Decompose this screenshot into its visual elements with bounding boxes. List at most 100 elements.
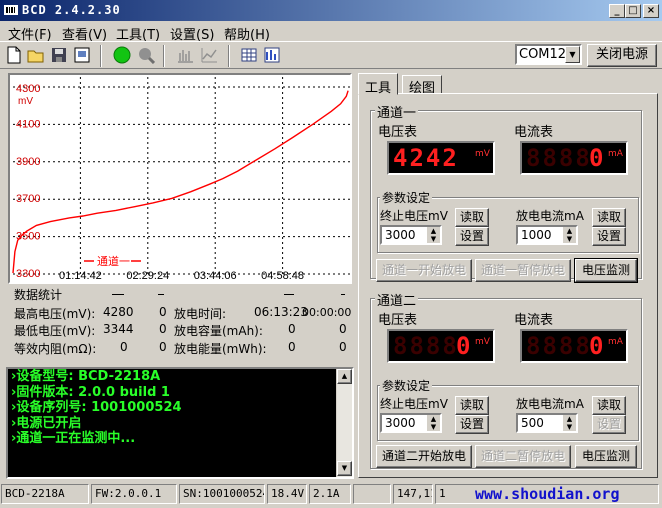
ch1-current-value: 0 <box>589 144 606 172</box>
ch1-discharge-current-read-button[interactable]: 读取 <box>592 208 626 227</box>
y-unit-label: mV <box>18 96 33 107</box>
ch2-start-discharge-button[interactable]: 通道二开始放电 <box>376 445 472 468</box>
scroll-up-icon[interactable]: ▲ <box>337 369 352 384</box>
ch2-current-value: 0 <box>589 332 606 360</box>
channel2-title: 通道二 <box>375 290 419 309</box>
ch1-current-ghost: 8888 <box>526 144 592 172</box>
max-voltage-label: 最高电压(mV): <box>14 307 96 321</box>
ch1-params-group: 参数设定 终止电压mV 3000 ▲ ▼ 读取 设置 放电电流mA 1000 ▲ ▼ 读… <box>377 189 639 253</box>
chart-svg: 4300 4100 3900 3700 3500 3300 mV 01:14:42 02:29:… <box>12 77 350 282</box>
menu-bar: 文件(F) 查看(V) 工具(T) 设置(S) 帮助(H) <box>0 21 662 43</box>
status-coord: 147,11 <box>393 484 433 504</box>
ch2-stop-voltage-input[interactable]: 3000 ▲ ▼ <box>380 413 442 433</box>
ch2-pause-discharge-button[interactable]: 通道二暂停放电 <box>475 445 571 468</box>
y-tick-label: 3300 <box>16 268 40 280</box>
log-line: ›设备型号: BCD-2218A <box>11 369 161 384</box>
ch2-discharge-current-label: 放电电流mA <box>516 397 584 411</box>
bar-graph-icon[interactable] <box>176 46 194 64</box>
spin-arrows-icon[interactable]: ▲ ▼ <box>563 227 576 243</box>
close-power-button[interactable]: 关闭电源 <box>587 44 657 67</box>
stats-title: 数据统计 <box>14 288 63 302</box>
toolbar: COM12 ▼ 关闭电源 <box>0 41 662 69</box>
discharge-energy-label: 放电能量(mWh): <box>174 342 267 356</box>
ch2-stop-voltage-set-button[interactable]: 设置 <box>455 415 489 434</box>
line-graph-icon[interactable] <box>200 46 218 64</box>
app-icon <box>4 5 18 15</box>
console-log[interactable]: ›设备型号: BCD-2218A ›固件版本: 2.0.0 build 1 ›设… <box>6 367 354 479</box>
minimize-button[interactable]: _ <box>609 4 625 18</box>
ch2-voltmeter-label: 电压表 <box>376 309 420 328</box>
ch1-stop-voltage-input[interactable]: 3000 ▲ ▼ <box>380 225 442 245</box>
print-icon[interactable] <box>73 46 91 64</box>
table-icon[interactable] <box>240 46 258 64</box>
ch2-discharge-current-set-button[interactable]: 设置 <box>592 415 626 434</box>
ch1-start-discharge-button[interactable]: 通道一开始放电 <box>376 259 472 282</box>
y-tick-label: 3900 <box>16 156 40 168</box>
console-scrollbar[interactable]: ▲ ▼ <box>336 369 352 477</box>
status-firmware: FW:2.0.0.1 <box>91 484 177 504</box>
ch1-stop-voltage-label: 终止电压mV <box>380 209 448 223</box>
open-folder-icon[interactable] <box>27 46 45 64</box>
y-tick-label: 3500 <box>16 231 40 243</box>
ch2-voltage-ghost: 8888 <box>393 332 459 360</box>
tab-tools[interactable]: 工具 <box>358 73 399 96</box>
ch1-discharge-current-set-button[interactable]: 设置 <box>592 227 626 246</box>
ch2-stop-voltage-read-button[interactable]: 读取 <box>455 396 489 415</box>
ch1-pause-discharge-button[interactable]: 通道一暂停放电 <box>475 259 571 282</box>
ch2-discharge-current-input[interactable]: 500 ▲ ▼ <box>516 413 578 433</box>
maximize-button[interactable]: □ <box>625 4 641 18</box>
log-line: ›固件版本: 2.0.0 build 1 <box>11 384 170 400</box>
close-button[interactable]: × <box>643 4 659 18</box>
ch1-params-label: 参数设定 <box>380 189 433 206</box>
ch1-voltage-unit: mV <box>475 149 490 159</box>
ch2-voltage-unit: mV <box>475 337 490 347</box>
discharge-energy-ch1: 0 <box>288 340 296 354</box>
discharge-time-ch2: 00:00:00 <box>302 306 352 319</box>
x-tick-label: 01:14:42 <box>59 270 102 282</box>
spin-arrows-icon[interactable]: ▲ ▼ <box>427 415 440 431</box>
ch2-current-display: 8888 0 mA <box>520 329 628 363</box>
ch1-discharge-current-input[interactable]: 1000 ▲ ▼ <box>516 225 578 245</box>
chevron-down-icon[interactable]: ▼ <box>565 46 580 63</box>
discharge-energy-ch2: 0 <box>339 340 347 354</box>
ch2-voltage-monitor-button[interactable]: 电压监测 <box>575 445 637 468</box>
watermark-text: www.shoudian.org <box>475 485 620 503</box>
ch2-discharge-current-read-button[interactable]: 读取 <box>592 396 626 415</box>
status-voltage: 18.4V <box>267 484 307 504</box>
ch1-voltage-value: 4242 <box>393 144 459 172</box>
discharge-capacity-label: 放电容量(mAh): <box>174 324 263 338</box>
start-green-icon[interactable] <box>113 46 131 64</box>
status-empty <box>353 484 391 504</box>
chart-window-icon[interactable] <box>263 46 281 64</box>
ch1-voltage-monitor-button[interactable]: 电压监测 <box>574 258 638 283</box>
ch1-voltage-display: 4242 mV <box>387 141 495 175</box>
internal-resistance-label: 等效内阻(mΩ): <box>14 342 97 356</box>
save-icon[interactable] <box>50 46 68 64</box>
y-tick-label: 4300 <box>16 83 40 95</box>
stats-panel: 数据统计 最高电压(mV): 4280 0 最低电压(mV): 3344 0 等… <box>8 286 352 362</box>
spin-arrows-icon[interactable]: ▲ ▼ <box>427 227 440 243</box>
log-line: ›电源已开启 <box>11 415 82 431</box>
scroll-down-icon[interactable]: ▼ <box>337 461 352 476</box>
ch1-stop-voltage-set-button[interactable]: 设置 <box>455 227 489 246</box>
spin-arrows-icon[interactable]: ▲ ▼ <box>563 415 576 431</box>
log-line: ›设备序列号: 1001000524 <box>11 400 182 415</box>
ch2-stop-voltage-value: 3000 <box>385 416 416 430</box>
discharge-capacity-ch2: 0 <box>339 322 347 336</box>
channel1-group: 通道一 电压表 4242 mV 电流表 8888 0 mA 参数设定 终止电压m… <box>370 102 642 283</box>
com-port-value: COM12 <box>519 47 567 62</box>
status-current: 2.1A <box>309 484 351 504</box>
ch1-stop-voltage-read-button[interactable]: 读取 <box>455 208 489 227</box>
ch2-params-group: 参数设定 终止电压mV 3000 ▲ ▼ 读取 设置 放电电流mA 500 ▲ ▼ 读取… <box>377 377 639 441</box>
ch2-voltmeter-box: 电压表 8888 0 mV <box>376 309 502 365</box>
max-voltage-ch2: 0 <box>159 305 167 319</box>
ch1-voltmeter-box: 电压表 4242 mV <box>376 121 502 177</box>
new-file-icon[interactable] <box>5 46 23 64</box>
tab-plot[interactable]: 绘图 <box>402 75 443 96</box>
ch2-voltage-value: 0 <box>456 332 473 360</box>
search-icon[interactable] <box>137 46 155 64</box>
com-port-select[interactable]: COM12 ▼ <box>515 44 582 65</box>
ch1-ammeter-box: 电流表 8888 0 mA <box>512 121 638 177</box>
legend-label: 通道一 <box>97 254 130 268</box>
y-tick-label: 4100 <box>16 118 40 130</box>
